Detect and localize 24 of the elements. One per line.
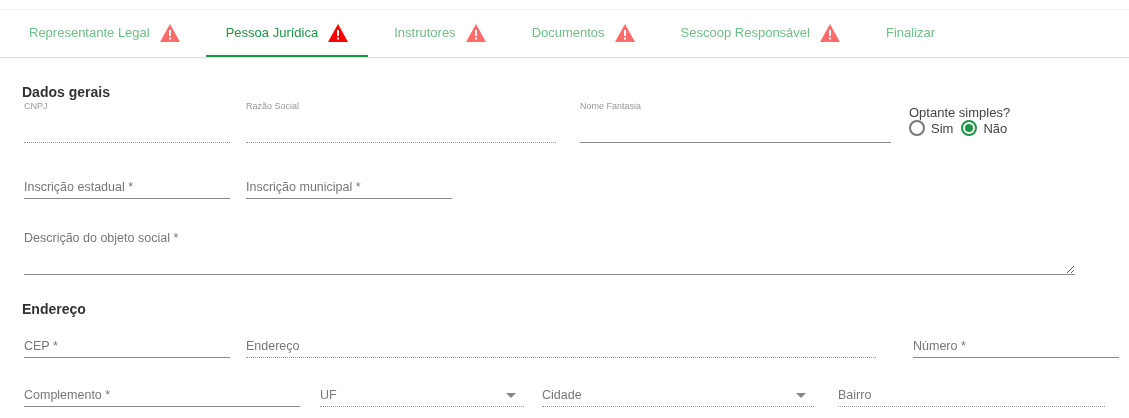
tab[interactable]: Sescoop Responsável (660, 10, 860, 57)
caret-icon (506, 392, 516, 398)
tab[interactable]: Instrutores (374, 10, 506, 57)
field-label: CNPJ (24, 101, 49, 111)
caret-icon (796, 392, 806, 398)
section-heading: Endereço (22, 301, 87, 317)
radio-button[interactable] (909, 120, 925, 136)
input-field[interactable]: CEP * (24, 335, 230, 358)
field-label: Razão Social (246, 101, 301, 111)
input-field[interactable]: Inscrição municipal * (246, 176, 452, 199)
input-field[interactable]: Número * (913, 335, 1119, 358)
tab[interactable]: Representante Legal (9, 10, 200, 57)
field-label: Nome Fantasia (580, 101, 643, 111)
tab[interactable]: Documentos (511, 10, 655, 57)
text-area[interactable]: Descrição do objeto social * (24, 229, 1075, 275)
radio-option[interactable]: Sim (909, 120, 954, 136)
tab[interactable]: Pessoa Jurídica (205, 10, 369, 57)
radio-button[interactable] (961, 120, 978, 136)
radio-option[interactable]: Não (961, 120, 1008, 136)
tab[interactable]: Finalizar (865, 10, 956, 57)
radio-group-label: Optante simples? (909, 105, 1012, 120)
input-field[interactable]: Inscrição estadual * (24, 176, 230, 199)
section-heading: Dados gerais (22, 84, 111, 100)
input-field[interactable]: Complemento * (24, 384, 300, 407)
